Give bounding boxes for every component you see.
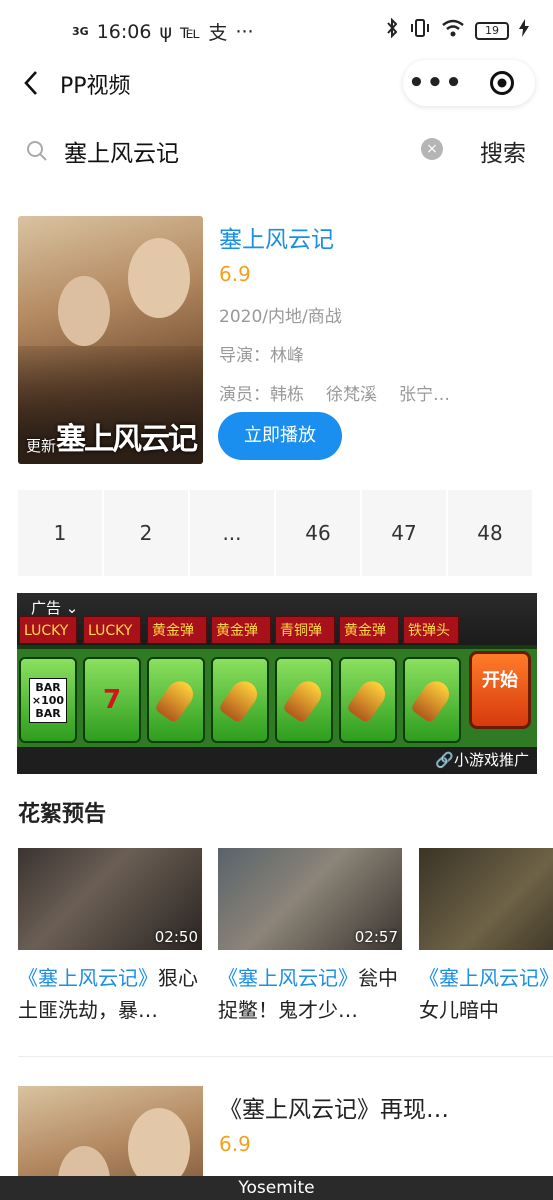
chevron-left-icon [24, 71, 37, 95]
usb-icon: ψ [159, 20, 172, 43]
movie-title[interactable]: 《塞上风云记》再现… [219, 1090, 449, 1124]
search-button[interactable]: 搜索 [480, 134, 526, 168]
episode-button[interactable]: 2 [104, 490, 188, 576]
charging-icon [519, 19, 529, 42]
app-notification-icon: ℡ [180, 20, 201, 43]
ad-tag: 黄金弹头 [339, 616, 399, 667]
movie-score: 6.9 [219, 1132, 251, 1156]
trailer-title: 《塞上风云记》瓮中捉鳖！鬼才少… [218, 966, 398, 1022]
search-icon [26, 140, 48, 166]
ad-banner[interactable]: LUCKY LUCKY 黄金弹头 黄金弹头 青铜弹头 黄金弹头 铁弹头 BAR×… [17, 593, 537, 774]
rocket-icon [217, 676, 263, 724]
ad-start-button[interactable]: 开始 [469, 651, 531, 729]
ad-tag: 青铜弹头 [275, 616, 335, 667]
movie-info: 塞上风云记 6.9 2020/内地/商战 导演：林峰 演员：韩栋 徐梵溪 张宁… [219, 216, 472, 405]
episode-list: 1 2 ... 46 47 48 [18, 490, 535, 576]
movie-meta: 2020/内地/商战 [219, 307, 342, 327]
actor-name: 徐梵溪 [326, 385, 377, 405]
slot-reel: BAR ×100 BAR [19, 657, 77, 743]
more-menu-button[interactable]: ••• [403, 70, 469, 96]
slot-reel [147, 657, 205, 743]
close-mini-program-button[interactable] [469, 70, 535, 96]
slot-reel [339, 657, 397, 743]
trailer-thumbnail [419, 848, 553, 950]
actor-name: 韩栋 [270, 385, 304, 405]
movie-actors: 演员：韩栋 徐梵溪 张宁… [219, 385, 450, 405]
ad-label[interactable]: 广告 ⌄ [31, 597, 78, 618]
slot-reel [403, 657, 461, 743]
link-icon: 🔗 [435, 751, 454, 769]
slot-reel: 7 [83, 657, 141, 743]
ad-tag: 黄金弹头 [211, 616, 271, 667]
trailer-title: 《塞上风云记》世年女儿暗中 [419, 966, 553, 1022]
ad-tag: LUCKY [83, 616, 141, 644]
episode-more-button[interactable]: ... [190, 490, 274, 576]
ad-tag: 铁弹头 [403, 616, 459, 644]
mini-program-capsule: ••• [403, 60, 535, 106]
video-duration: 02:50 [154, 928, 198, 946]
clear-search-button[interactable]: × [421, 138, 443, 160]
rocket-icon [153, 676, 199, 724]
movie-director: 导演：林峰 [219, 346, 304, 366]
status-bar: 3G 16:06 ψ ℡ 支 ··· 19 [0, 0, 553, 60]
bluetooth-icon [385, 17, 399, 43]
movie-score: 6.9 [219, 262, 251, 286]
clock: 16:06 [96, 20, 152, 43]
poster-logo: 塞上风云记 [56, 422, 198, 457]
search-input[interactable]: 塞上风云记 [64, 134, 179, 168]
rocket-icon [345, 676, 391, 724]
slot-reel [211, 657, 269, 743]
episode-button[interactable]: 48 [448, 490, 532, 576]
trailer-card[interactable]: 02:57 《塞上风云记》瓮中捉鳖！鬼才少… [218, 848, 402, 1026]
more-notifications-icon: ··· [235, 20, 254, 43]
rocket-icon [281, 676, 327, 724]
trailer-thumbnail: 02:57 [218, 848, 402, 950]
back-button[interactable] [18, 66, 48, 102]
movie-title[interactable]: 塞上风云记 [219, 220, 472, 254]
video-duration: 02:57 [354, 928, 398, 946]
target-icon [490, 71, 514, 95]
section-title: 花絮预告 [18, 802, 107, 827]
movie-info: 《塞上风云记》再现… 6.9 [219, 1090, 449, 1156]
divider [18, 1056, 553, 1057]
mini-game-promo-label: 🔗小游戏推广 [435, 751, 529, 769]
bar-symbol-icon: BAR ×100 BAR [28, 677, 68, 723]
vibrate-icon [409, 18, 431, 43]
slot-reel [275, 657, 333, 743]
update-badge: 更新 [26, 437, 57, 455]
movie-result-card[interactable]: 更新 塞上风云记 塞上风云记 6.9 2020/内地/商战 导演：林峰 演员：韩… [0, 216, 553, 466]
alipay-notification-icon: 支 [208, 22, 228, 44]
episode-button[interactable]: 46 [276, 490, 360, 576]
episode-button[interactable]: 47 [362, 490, 446, 576]
trailer-list: 02:50 《塞上风云记》狠心土匪洗劫，暴… 02:57 《塞上风云记》瓮中捉鳖… [18, 848, 553, 1038]
network-signal-icon: 3G [72, 24, 89, 38]
nav-bar: PP视频 ••• [0, 58, 553, 110]
chevron-down-icon: ⌄ [61, 599, 79, 617]
actor-name: 张宁… [399, 385, 450, 405]
rocket-icon [409, 676, 455, 724]
episode-button[interactable]: 1 [18, 490, 102, 576]
trailer-thumbnail: 02:50 [18, 848, 202, 950]
trailer-title: 《塞上风云记》狠心土匪洗劫，暴… [18, 966, 198, 1022]
play-now-button[interactable]: 立即播放 [218, 412, 342, 460]
trailer-card[interactable]: 《塞上风云记》世年女儿暗中 [419, 848, 553, 1026]
movie-poster[interactable]: 更新 塞上风云记 [18, 216, 203, 464]
ad-tag: 黄金弹头 [147, 616, 207, 667]
search-bar: 塞上风云记 × 搜索 [0, 118, 553, 182]
ad-tag: LUCKY [19, 616, 77, 644]
bottom-label-bar: Yosemite [0, 1176, 553, 1200]
page-title: PP视频 [60, 74, 131, 99]
seven-symbol-icon: 7 [102, 685, 122, 715]
trailer-card[interactable]: 02:50 《塞上风云记》狠心土匪洗劫，暴… [18, 848, 202, 1026]
battery-icon: 19 [475, 21, 509, 40]
wifi-icon [441, 18, 465, 43]
